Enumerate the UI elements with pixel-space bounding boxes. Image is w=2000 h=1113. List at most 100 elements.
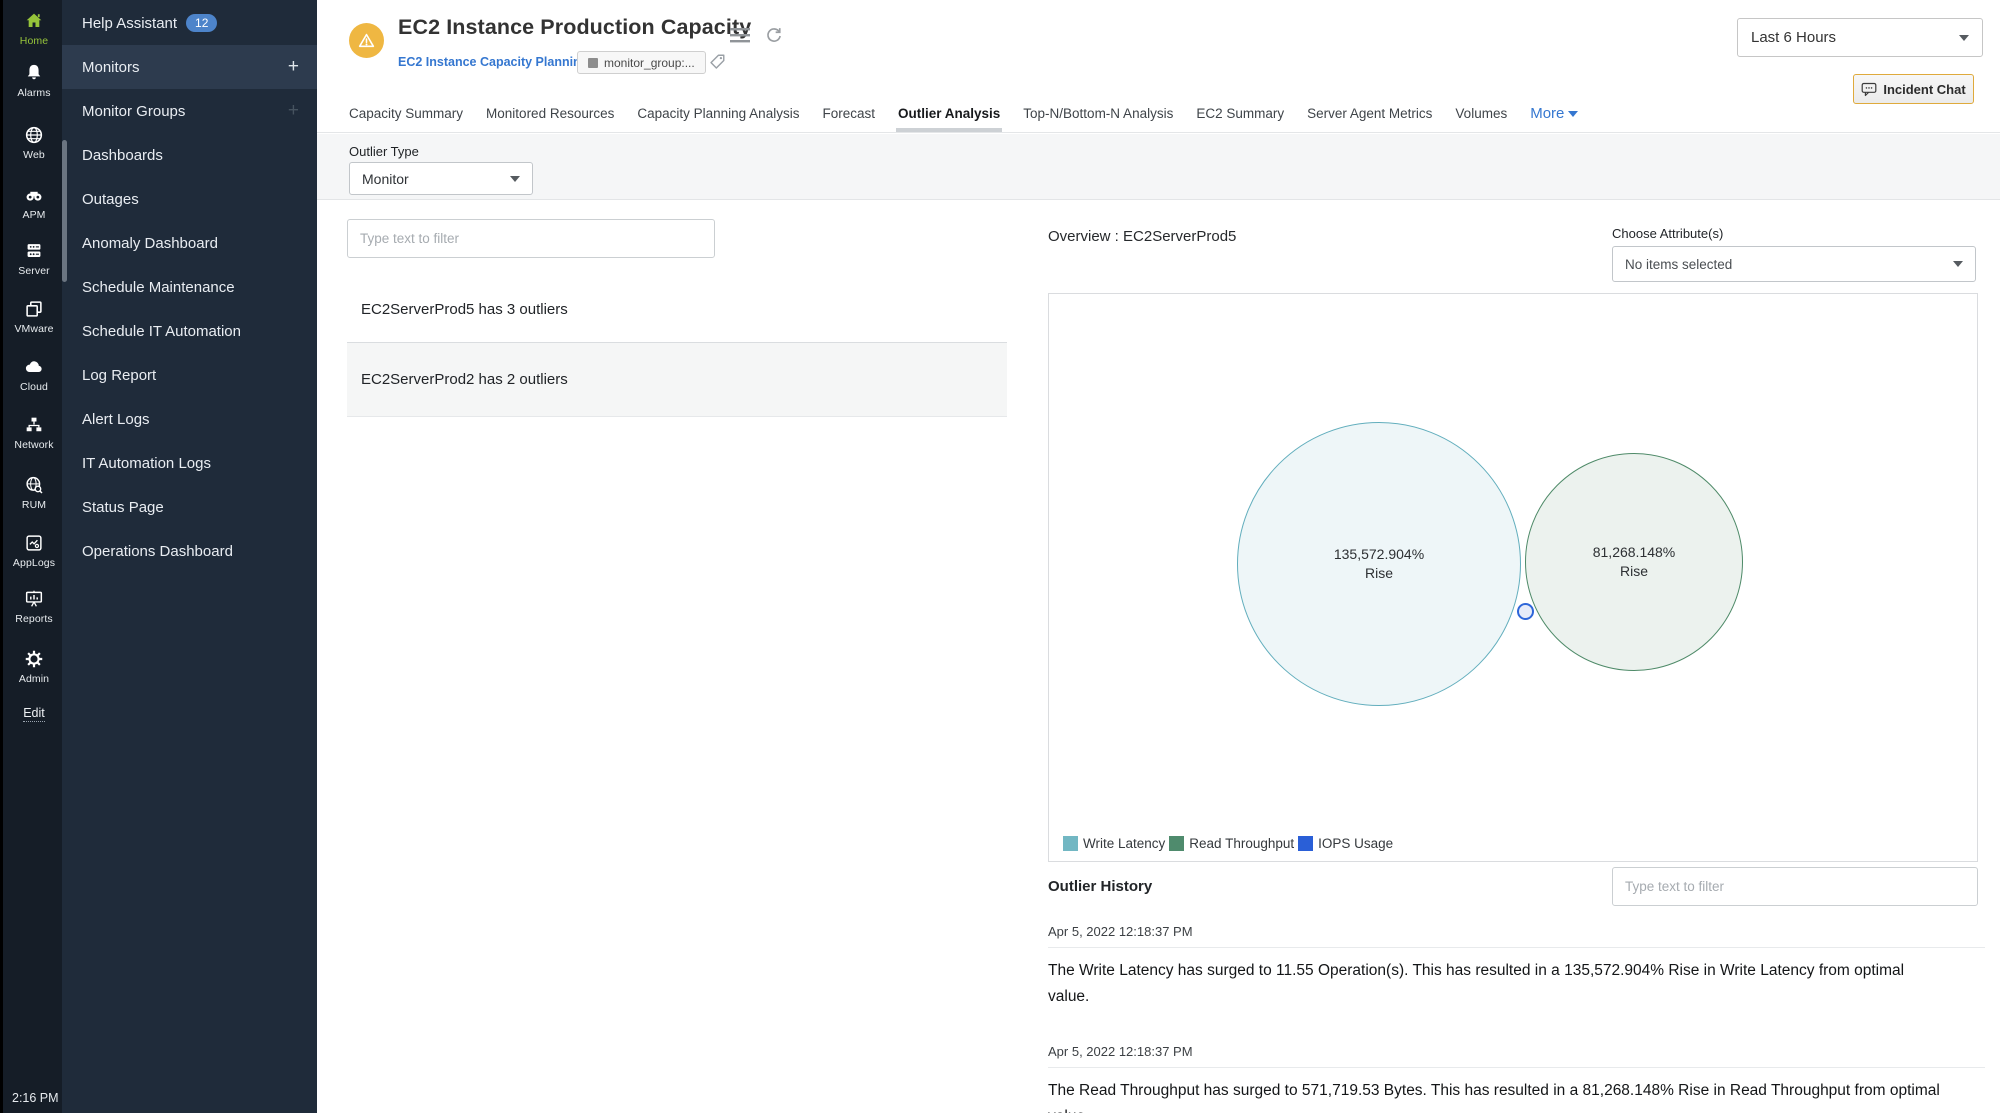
tag-chip-label: monitor_group:...: [604, 56, 695, 70]
rail-label: Home: [20, 35, 48, 47]
rail-item-cloud[interactable]: Cloud: [3, 356, 65, 393]
alarms-bell-icon: [23, 62, 45, 84]
server-stack-icon: [23, 240, 45, 262]
add-monitor-group-plus-icon[interactable]: +: [288, 100, 299, 122]
icon-rail: Home Alarms Web APM Server VMware Cloud: [0, 0, 62, 1113]
sidebar-item-label: Monitor Groups: [82, 103, 185, 120]
choose-attributes-label: Choose Attribute(s): [1612, 226, 1723, 241]
tab-monitored-resources[interactable]: Monitored Resources: [486, 95, 614, 132]
monitor-status-warning-icon: [349, 23, 384, 58]
tab-capacity-summary[interactable]: Capacity Summary: [349, 95, 463, 132]
bubble-iops-usage[interactable]: [1517, 603, 1534, 620]
sidebar-item-label: Dashboards: [82, 147, 163, 164]
divider: [1048, 1067, 1985, 1068]
rail-item-applogs[interactable]: AppLogs: [3, 532, 65, 569]
bubble-value-label: 81,268.148%: [1593, 543, 1676, 562]
sidebar-item-status-page[interactable]: Status Page: [62, 485, 317, 529]
chevron-down-icon: [510, 176, 520, 182]
chevron-down-icon: [1568, 111, 1578, 117]
rail-label: Server: [18, 265, 50, 277]
sidebar-item-operations-dashboard[interactable]: Operations Dashboard: [62, 529, 317, 573]
rail-label: Alarms: [17, 87, 50, 99]
legend-label: Read Throughput: [1189, 836, 1294, 851]
admin-gear-icon: [23, 648, 45, 670]
sidebar-item-label: Operations Dashboard: [82, 543, 233, 560]
outlier-list-filter-input[interactable]: [347, 219, 715, 258]
legend-swatch-read-throughput: [1169, 836, 1184, 851]
refresh-icon[interactable]: [764, 26, 784, 51]
time-range-select[interactable]: Last 6 Hours: [1737, 18, 1983, 57]
monitor-group-tag-chip[interactable]: monitor_group:...: [577, 51, 706, 74]
sidebar-item-outages[interactable]: Outages: [62, 177, 317, 221]
tab-forecast[interactable]: Forecast: [822, 95, 875, 132]
outlier-list-item-ec2serverprod2[interactable]: EC2ServerProd2 has 2 outliers: [347, 342, 1007, 417]
sidebar-item-schedule-it-automation[interactable]: Schedule IT Automation: [62, 309, 317, 353]
bubble-read-throughput[interactable]: 81,268.148% Rise: [1525, 453, 1743, 671]
choose-attributes-select[interactable]: No items selected: [1612, 246, 1976, 282]
legend-label: IOPS Usage: [1318, 836, 1393, 851]
hamburger-menu-icon[interactable]: [730, 28, 750, 48]
rail-label: APM: [22, 209, 45, 221]
help-assistant-badge: 12: [186, 14, 217, 32]
outlier-type-label: Outlier Type: [349, 144, 419, 159]
rail-item-home[interactable]: Home: [3, 10, 65, 47]
rail-label: Reports: [15, 613, 52, 625]
breadcrumb-monitor-group-link[interactable]: EC2 Instance Capacity Planning: [398, 55, 588, 69]
sidebar-item-label: Alert Logs: [82, 411, 150, 428]
sidebar-item-label: Schedule Maintenance: [82, 279, 235, 296]
rail-item-network[interactable]: Network: [3, 414, 65, 451]
sidebar-item-help-assistant[interactable]: Help Assistant12: [62, 1, 317, 45]
chevron-down-icon: [1959, 35, 1969, 41]
tag-chip-square-icon: [588, 58, 598, 68]
chart-legend: Write Latency Read Throughput IOPS Usage: [1063, 836, 1397, 851]
bubble-value-label: 135,572.904%: [1334, 545, 1424, 564]
rail-label: VMware: [14, 323, 53, 335]
rail-item-admin[interactable]: Admin: [3, 648, 65, 685]
time-range-value: Last 6 Hours: [1751, 29, 1836, 46]
sidebar-item-monitor-groups[interactable]: Monitor Groups +: [62, 89, 317, 133]
sidebar-item-label: Outages: [82, 191, 139, 208]
cloud-icon: [23, 356, 45, 378]
sidebar-item-it-automation-logs[interactable]: IT Automation Logs: [62, 441, 317, 485]
sidebar-item-anomaly-dashboard[interactable]: Anomaly Dashboard: [62, 221, 317, 265]
apm-binoculars-icon: [23, 184, 45, 206]
tab-volumes[interactable]: Volumes: [1455, 95, 1507, 132]
rail-item-vmware[interactable]: VMware: [3, 298, 65, 335]
sidebar-item-label: Schedule IT Automation: [82, 323, 241, 340]
tab-server-agent-metrics[interactable]: Server Agent Metrics: [1307, 95, 1432, 132]
rail-item-web[interactable]: Web: [3, 124, 65, 161]
tags-icon[interactable]: [708, 52, 727, 76]
edit-link[interactable]: Edit: [3, 706, 65, 720]
app-root: Home Alarms Web APM Server VMware Cloud: [0, 0, 2000, 1113]
vmware-layers-icon: [23, 298, 45, 320]
legend-label: Write Latency: [1083, 836, 1165, 851]
legend-swatch-iops-usage: [1298, 836, 1313, 851]
rail-item-server[interactable]: Server: [3, 240, 65, 277]
add-monitor-plus-icon[interactable]: +: [288, 56, 299, 78]
applogs-icon: [23, 532, 45, 554]
sidebar-item-dashboards[interactable]: Dashboards: [62, 133, 317, 177]
tab-top-n-bottom-n-analysis[interactable]: Top-N/Bottom-N Analysis: [1023, 95, 1173, 132]
reports-board-icon: [23, 588, 45, 610]
rail-item-alarms[interactable]: Alarms: [3, 62, 65, 99]
sidebar-item-log-report[interactable]: Log Report: [62, 353, 317, 397]
outlier-type-select[interactable]: Monitor: [349, 162, 533, 195]
sidebar-item-monitors[interactable]: Monitors+: [62, 45, 317, 89]
rail-item-apm[interactable]: APM: [3, 184, 65, 221]
rum-globe-search-icon: [23, 474, 45, 496]
chevron-down-icon: [1953, 261, 1963, 267]
sidebar-item-schedule-maintenance[interactable]: Schedule Maintenance: [62, 265, 317, 309]
history-entry-text: The Write Latency has surged to 11.55 Op…: [1048, 958, 1948, 1009]
tab-more[interactable]: More: [1530, 105, 1578, 122]
sidebar-item-alert-logs[interactable]: Alert Logs: [62, 397, 317, 441]
rail-item-rum[interactable]: RUM: [3, 474, 65, 511]
tab-capacity-planning-analysis[interactable]: Capacity Planning Analysis: [637, 95, 799, 132]
tab-ec2-summary[interactable]: EC2 Summary: [1196, 95, 1284, 132]
rail-item-reports[interactable]: Reports: [3, 588, 65, 625]
tab-outlier-analysis[interactable]: Outlier Analysis: [898, 95, 1000, 132]
outlier-list-item-ec2serverprod5[interactable]: EC2ServerProd5 has 3 outliers: [347, 276, 1007, 342]
main-content: EC2 Instance Production Capacity EC2 Ins…: [317, 0, 2000, 1113]
bubble-write-latency[interactable]: 135,572.904% Rise: [1237, 422, 1521, 706]
outlier-history-title: Outlier History: [1048, 878, 1152, 895]
outlier-history-filter-input[interactable]: [1612, 867, 1978, 906]
